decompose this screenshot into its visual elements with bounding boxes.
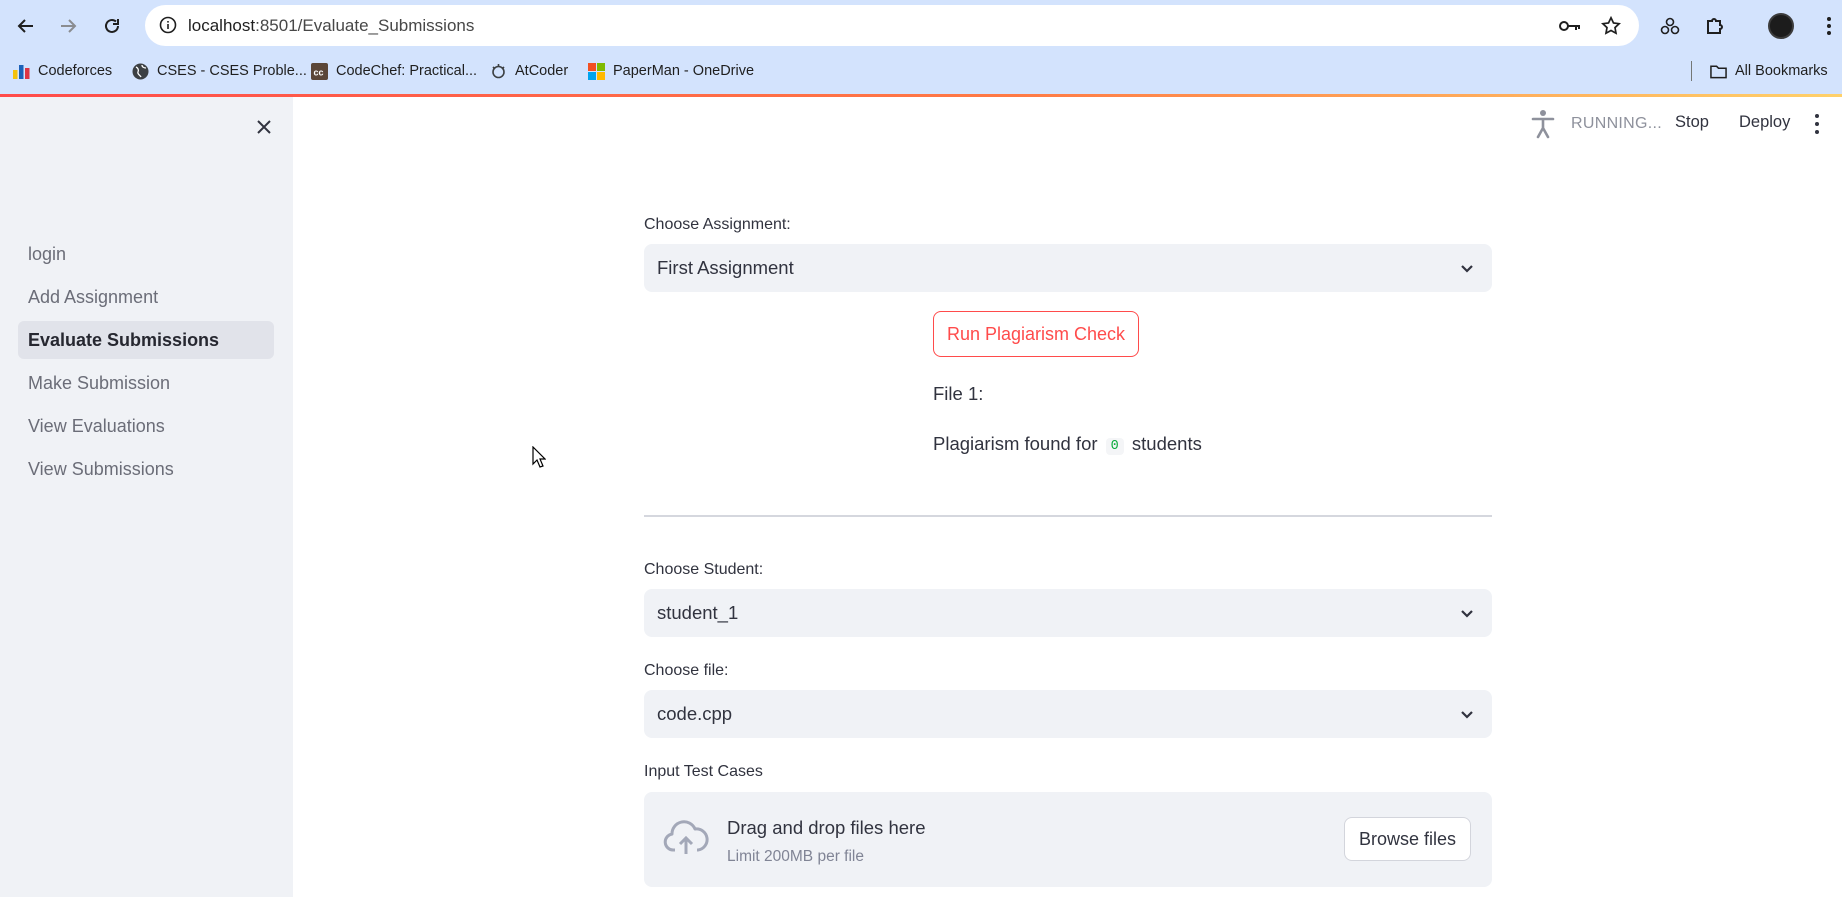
mouse-cursor-icon <box>532 446 546 468</box>
bookmark-cses[interactable]: CSES - CSES Proble... <box>132 60 307 82</box>
sidebar-item-label: Evaluate Submissions <box>28 329 220 350</box>
plagiarism-result: Plagiarism found for 0 students <box>933 433 1202 455</box>
atcoder-icon <box>490 63 507 80</box>
assignment-select-value: First Assignment <box>657 257 794 278</box>
file-dropzone[interactable]: Drag and drop files here Limit 200MB per… <box>644 792 1492 887</box>
run-plagiarism-check-button[interactable]: Run Plagiarism Check <box>933 311 1139 357</box>
profile-avatar[interactable] <box>1768 13 1794 39</box>
bookmark-label: CodeChef: Practical... <box>336 63 478 79</box>
browse-files-button[interactable]: Browse files <box>1344 817 1471 861</box>
running-figure-icon <box>1531 110 1555 139</box>
plagiarism-suffix: students <box>1131 433 1202 454</box>
url-path: :8501/Evaluate_Submissions <box>255 16 475 35</box>
student-select-value: student_1 <box>657 602 739 623</box>
close-sidebar-button[interactable] <box>252 115 276 139</box>
sidebar-item-label: login <box>28 243 67 264</box>
assignment-select[interactable]: First Assignment <box>644 244 1492 292</box>
bookmark-label: Codeforces <box>38 63 113 79</box>
running-status: RUNNING... <box>1571 115 1662 132</box>
sidebar-item-view-submissions[interactable]: View Submissions <box>18 450 274 488</box>
bookmark-codeforces[interactable]: Codeforces <box>13 60 112 82</box>
sidebar-item-make-submission[interactable]: Make Submission <box>18 364 274 402</box>
globe-icon <box>132 63 149 80</box>
extensions-icon[interactable] <box>1702 13 1728 39</box>
sidebar-item-login[interactable]: login <box>18 235 274 273</box>
file-label: Choose file: <box>644 662 729 679</box>
chrome-menu-icon[interactable] <box>1816 13 1842 39</box>
sidebar-item-label: Add Assignment <box>28 286 159 307</box>
url-host: localhost <box>188 16 256 35</box>
assignment-label: Choose Assignment: <box>644 216 791 233</box>
sidebar-item-label: View Evaluations <box>28 415 165 436</box>
sidebar-item-add-assignment[interactable]: Add Assignment <box>18 278 274 316</box>
file-select[interactable]: code.cpp <box>644 690 1492 738</box>
site-info-icon[interactable] <box>157 14 179 36</box>
bookmark-atcoder[interactable]: AtCoder <box>490 60 568 82</box>
lens-icon[interactable] <box>1657 13 1683 39</box>
chevron-down-icon <box>1461 265 1473 273</box>
codechef-icon: cc <box>311 62 328 80</box>
file-select-value: code.cpp <box>657 703 733 724</box>
all-bookmarks-label: All Bookmarks <box>1735 63 1828 79</box>
file-heading: File 1: <box>933 383 984 404</box>
all-bookmarks-button[interactable]: All Bookmarks <box>1710 60 1828 82</box>
forward-button[interactable] <box>52 10 84 42</box>
svg-text:cc: cc <box>314 67 324 77</box>
dropzone-limit: Limit 200MB per file <box>727 848 864 865</box>
browser-toolbar: localhost:8501/Evaluate_Submissions <box>0 0 1842 50</box>
address-bar[interactable]: localhost:8501/Evaluate_Submissions <box>145 5 1639 46</box>
folder-icon <box>1710 63 1727 80</box>
plagiarism-prefix: Plagiarism found for <box>933 433 1098 454</box>
test-cases-label: Input Test Cases <box>644 763 763 780</box>
close-icon <box>257 120 271 134</box>
student-select[interactable]: student_1 <box>644 589 1492 637</box>
bookmark-codechef[interactable]: cc CodeChef: Practical... <box>311 60 477 82</box>
bookmark-star-icon[interactable] <box>1599 14 1623 38</box>
bookmark-label: CSES - CSES Proble... <box>157 63 307 79</box>
sidebar-item-label: View Submissions <box>28 458 174 479</box>
microsoft-icon <box>588 62 605 80</box>
dropzone-title: Drag and drop files here <box>727 817 926 838</box>
stop-button[interactable]: Stop <box>1675 113 1709 132</box>
student-label: Choose Student: <box>644 561 764 578</box>
codeforces-icon <box>13 63 30 80</box>
url-text[interactable]: localhost:8501/Evaluate_Submissions <box>188 16 474 36</box>
bookmark-label: AtCoder <box>515 63 569 79</box>
sidebar-item-label: Make Submission <box>28 372 171 393</box>
cloud-upload-icon <box>663 820 709 854</box>
chevron-down-icon <box>1461 711 1473 719</box>
reload-icon <box>105 18 119 33</box>
bookmark-label: PaperMan - OneDrive <box>613 63 755 79</box>
sidebar-item-view-evaluations[interactable]: View Evaluations <box>18 407 274 445</box>
sidebar-item-evaluate-submissions[interactable]: Evaluate Submissions <box>18 321 274 359</box>
section-divider <box>644 515 1492 517</box>
bookmarks-divider <box>1691 61 1692 81</box>
bookmark-paperman[interactable]: PaperMan - OneDrive <box>588 60 754 82</box>
app-menu-icon[interactable] <box>1813 114 1821 134</box>
bookmarks-bar: Codeforces CSES - CSES Proble... cc Code… <box>0 52 1842 88</box>
browser-chrome: localhost:8501/Evaluate_Submissions Code… <box>0 0 1842 97</box>
deploy-button[interactable]: Deploy <box>1739 113 1790 132</box>
chevron-down-icon <box>1461 610 1473 618</box>
reload-button[interactable] <box>96 10 128 42</box>
back-button[interactable] <box>10 10 42 42</box>
sidebar: login Add Assignment Evaluate Submission… <box>0 97 293 897</box>
plagiarism-count: 0 <box>1105 438 1124 455</box>
arrow-left-icon <box>17 19 33 33</box>
password-key-icon[interactable] <box>1558 14 1582 38</box>
arrow-right-icon <box>61 19 77 33</box>
